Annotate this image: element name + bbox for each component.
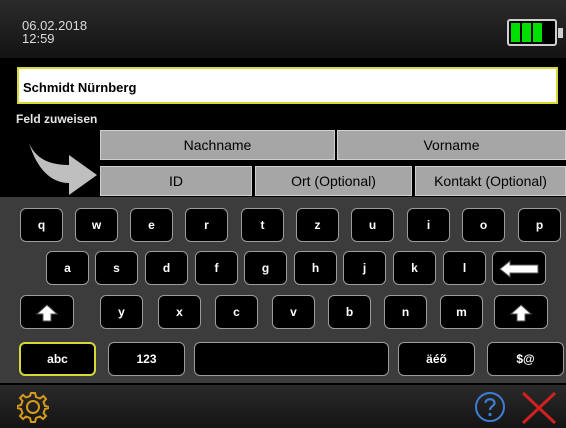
gear-icon[interactable] <box>17 391 49 423</box>
key-q[interactable]: q <box>20 208 63 242</box>
assign-field-label: Feld zuweisen <box>16 112 98 126</box>
symbols-mode-button[interactable]: $@ <box>487 342 564 376</box>
key-u[interactable]: u <box>351 208 394 242</box>
on-screen-keyboard: q w e r t z u i o p a s d f g h j k l y … <box>0 197 566 383</box>
field-ort-button[interactable]: Ort (Optional) <box>255 166 412 196</box>
battery-icon <box>507 19 557 46</box>
key-v[interactable]: v <box>272 295 315 329</box>
battery-cell <box>522 23 531 42</box>
backspace-icon <box>499 260 539 278</box>
battery-cell <box>544 23 553 42</box>
key-z[interactable]: z <box>296 208 339 242</box>
time-label: 12:59 <box>22 31 55 46</box>
key-x[interactable]: x <box>158 295 201 329</box>
key-m[interactable]: m <box>440 295 483 329</box>
field-id-button[interactable]: ID <box>100 166 252 196</box>
shift-key-left[interactable] <box>20 295 74 329</box>
close-icon[interactable] <box>519 391 559 425</box>
key-b[interactable]: b <box>328 295 371 329</box>
shift-key-right[interactable] <box>494 295 548 329</box>
abc-mode-button[interactable]: abc <box>19 342 96 376</box>
key-g[interactable]: g <box>244 251 287 285</box>
arrow-right-curved-icon <box>29 143 97 195</box>
field-nachname-button[interactable]: Nachname <box>100 130 335 160</box>
key-n[interactable]: n <box>384 295 427 329</box>
key-p[interactable]: p <box>518 208 561 242</box>
backspace-key[interactable] <box>492 251 546 285</box>
numeric-mode-button[interactable]: 123 <box>108 342 185 376</box>
key-s[interactable]: s <box>95 251 138 285</box>
key-e[interactable]: e <box>130 208 173 242</box>
key-h[interactable]: h <box>294 251 337 285</box>
field-vorname-button[interactable]: Vorname <box>337 130 566 160</box>
accents-mode-button[interactable]: äéõ <box>398 342 475 376</box>
key-i[interactable]: i <box>407 208 450 242</box>
key-r[interactable]: r <box>185 208 228 242</box>
key-c[interactable]: c <box>215 295 258 329</box>
key-d[interactable]: d <box>145 251 188 285</box>
help-icon[interactable] <box>474 391 506 423</box>
shift-icon <box>509 304 533 322</box>
key-j[interactable]: j <box>343 251 386 285</box>
key-w[interactable]: w <box>75 208 118 242</box>
key-a[interactable]: a <box>46 251 89 285</box>
key-l[interactable]: l <box>443 251 486 285</box>
battery-tip <box>558 28 563 38</box>
battery-cell <box>511 23 520 42</box>
key-f[interactable]: f <box>195 251 238 285</box>
name-input[interactable]: Schmidt Nürnberg <box>17 67 558 104</box>
key-y[interactable]: y <box>100 295 143 329</box>
key-o[interactable]: o <box>462 208 505 242</box>
field-kontakt-button[interactable]: Kontakt (Optional) <box>415 166 566 196</box>
shift-icon <box>35 304 59 322</box>
battery-cell <box>533 23 542 42</box>
key-t[interactable]: t <box>241 208 284 242</box>
space-key[interactable] <box>194 342 389 376</box>
key-k[interactable]: k <box>393 251 436 285</box>
